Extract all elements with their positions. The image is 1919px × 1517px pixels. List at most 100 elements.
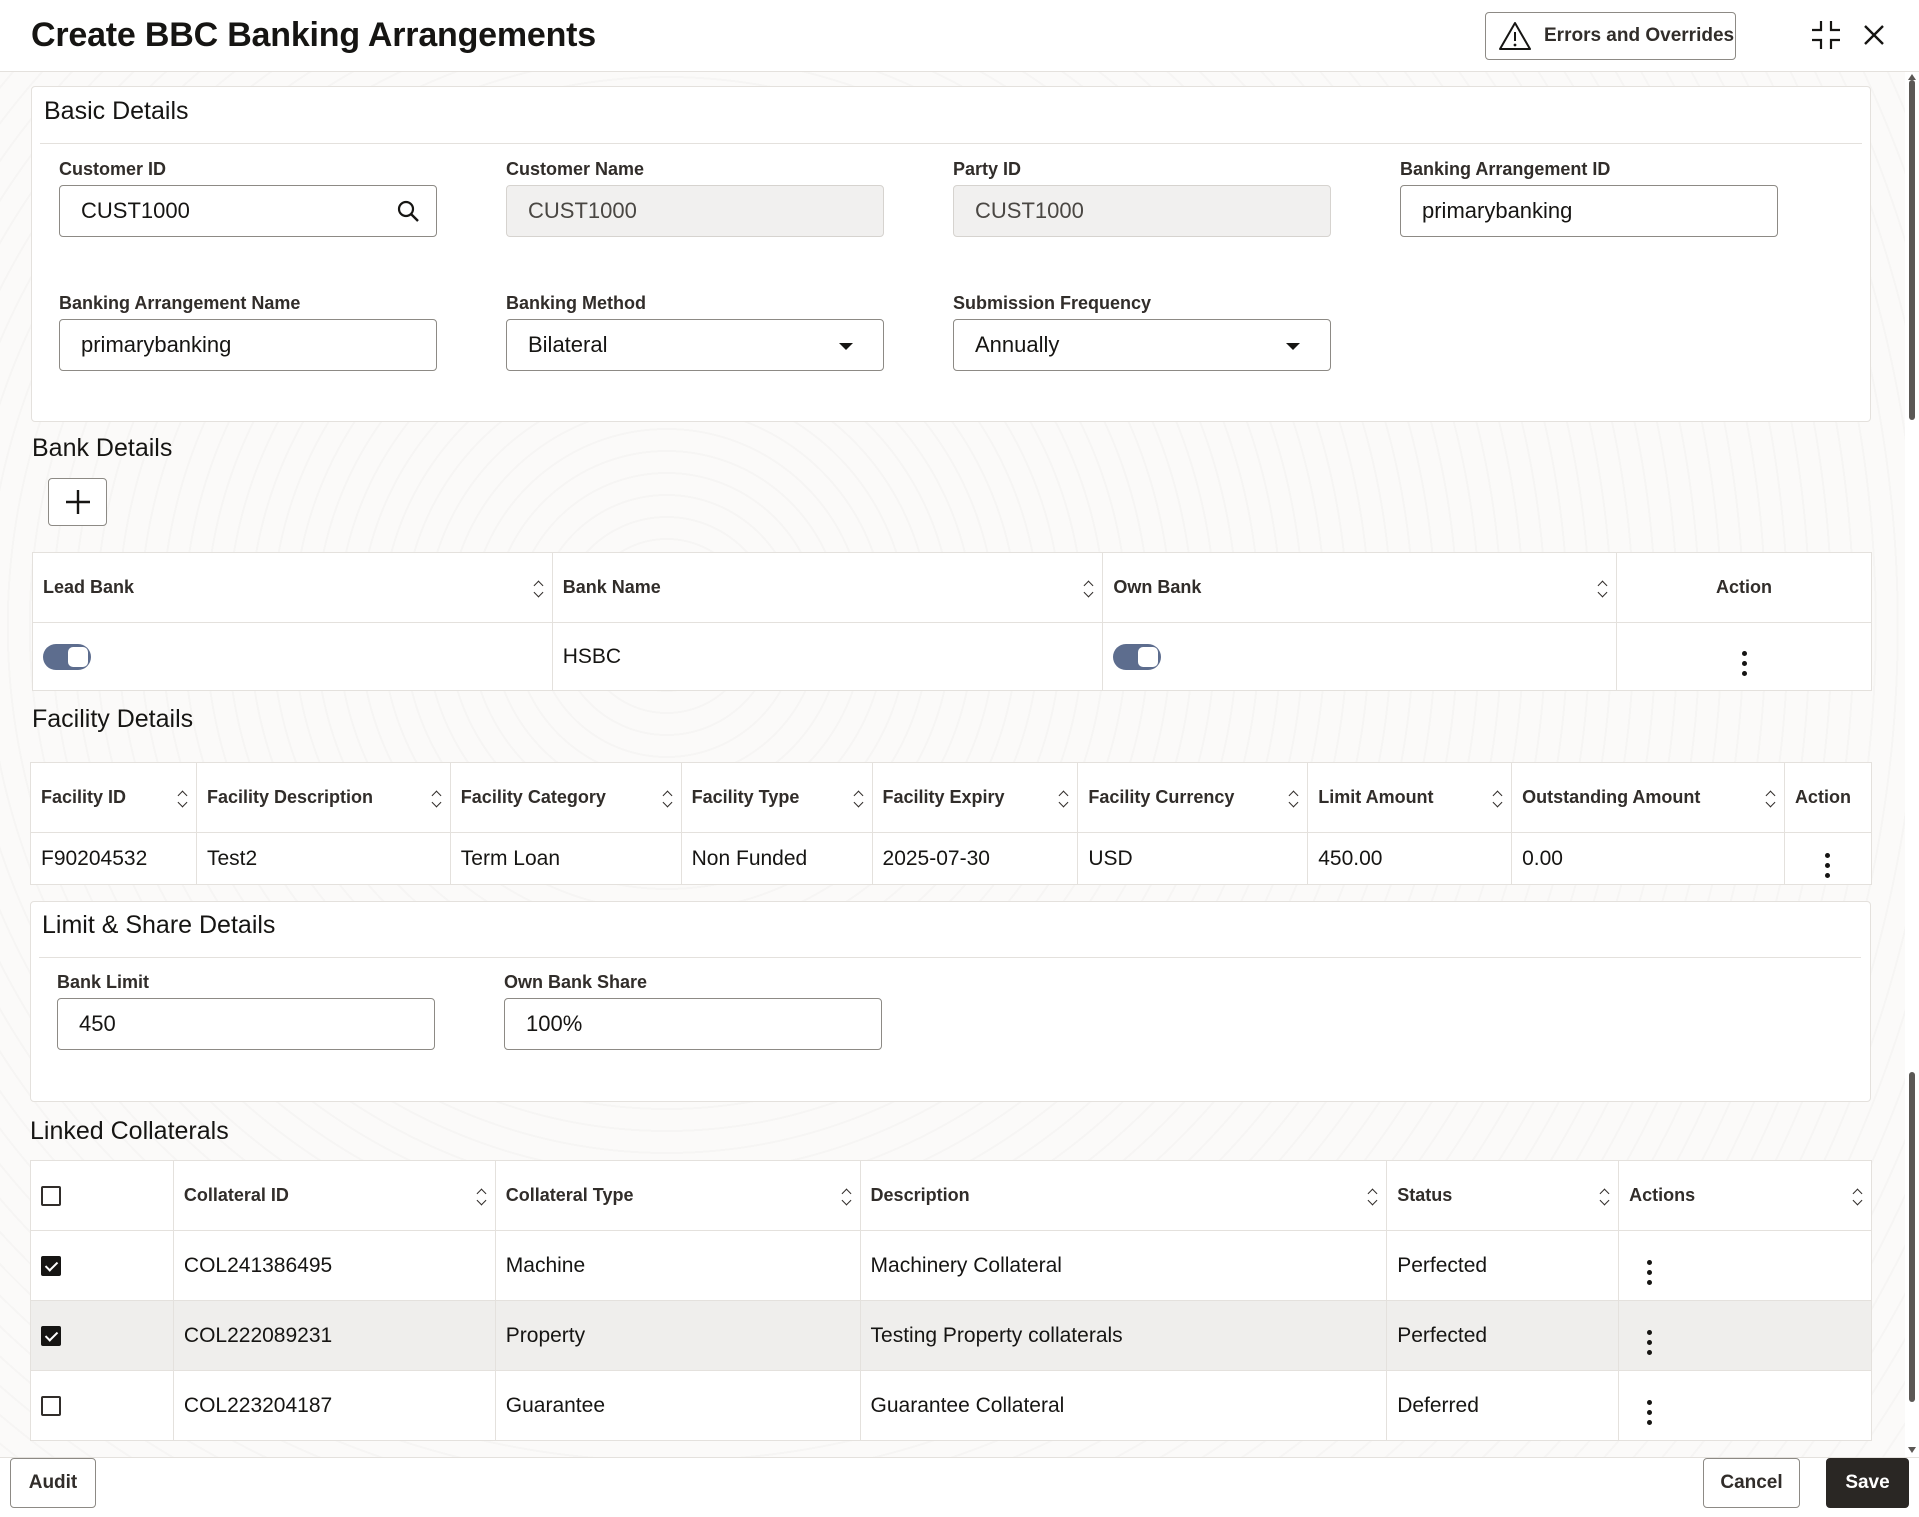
column-label: Actions <box>1629 1185 1696 1205</box>
sort-icon[interactable] <box>1852 1187 1863 1206</box>
select-cell <box>30 1300 174 1371</box>
banking-method-select[interactable]: Bilateral <box>506 319 884 371</box>
bank-limit-label: Bank Limit <box>57 972 150 992</box>
column-header-facility-category[interactable]: Facility Category <box>449 762 682 833</box>
facility-expiry-cell: 2025-07-30 <box>871 832 1079 885</box>
facility-currency-cell: USD <box>1077 832 1309 885</box>
linked-collaterals-table: Collateral ID Collateral Type Descriptio… <box>30 1160 1872 1441</box>
search-icon[interactable] <box>396 199 420 229</box>
bank-limit-value: 450 <box>79 1011 116 1036</box>
actions-cell <box>1618 1370 1872 1441</box>
divider <box>40 143 1862 144</box>
sort-icon[interactable] <box>853 789 863 808</box>
column-header-facility-description[interactable]: Facility Description <box>195 762 451 833</box>
table-header-row: Lead Bank Bank Name Own Bank Action <box>32 552 1872 623</box>
column-label: Facility Type <box>691 787 800 807</box>
column-label: Facility Description <box>206 787 373 807</box>
column-header-description[interactable]: Description <box>859 1160 1388 1231</box>
save-button[interactable]: Save <box>1826 1458 1909 1508</box>
scroll-down-arrow[interactable] <box>1908 1447 1916 1453</box>
sort-icon[interactable] <box>533 579 544 598</box>
table-header-row: Collateral ID Collateral Type Descriptio… <box>30 1160 1872 1231</box>
sort-icon[interactable] <box>1765 789 1776 808</box>
customer-name-value: CUST1000 <box>528 198 637 223</box>
column-header-collateral-type[interactable]: Collateral Type <box>494 1160 861 1231</box>
column-header-outstanding-amount[interactable]: Outstanding Amount <box>1511 762 1785 833</box>
sort-icon[interactable] <box>1367 1187 1378 1206</box>
column-header-facility-type[interactable]: Facility Type <box>680 762 873 833</box>
customer-id-input[interactable]: CUST1000 <box>59 185 437 237</box>
row-checkbox[interactable] <box>41 1255 61 1276</box>
more-actions-icon[interactable] <box>1647 1329 1653 1355</box>
cancel-button[interactable]: Cancel <box>1703 1458 1800 1508</box>
errors-and-overrides-button[interactable]: Errors and Overrides <box>1485 12 1736 60</box>
content-area[interactable]: Basic Details Customer ID CUST1000 Custo… <box>0 72 1905 1457</box>
action-cell <box>1616 622 1872 691</box>
sort-icon[interactable] <box>1599 1187 1610 1206</box>
limit-share-title: Limit & Share Details <box>42 911 276 939</box>
column-header-collateral-id[interactable]: Collateral ID <box>172 1160 496 1231</box>
column-header-limit-amount[interactable]: Limit Amount <box>1307 762 1513 833</box>
column-label: Facility Currency <box>1088 787 1235 807</box>
collateral-id-cell: COL241386495 <box>172 1230 496 1301</box>
chevron-down-icon <box>1286 343 1300 350</box>
bank-limit-input[interactable]: 450 <box>57 998 435 1050</box>
column-label: Facility ID <box>41 787 127 807</box>
chevron-down-icon <box>839 343 853 350</box>
lead-bank-toggle[interactable] <box>43 643 91 670</box>
row-checkbox[interactable] <box>41 1325 61 1346</box>
banking-arrangement-name-input[interactable]: primarybanking <box>59 319 437 371</box>
own-bank-share-input[interactable]: 100% <box>504 998 882 1050</box>
vertical-scrollbar[interactable] <box>1905 72 1919 1457</box>
select-all-cell <box>30 1160 174 1231</box>
column-header-lead-bank[interactable]: Lead Bank <box>32 552 553 623</box>
column-header-facility-id[interactable]: Facility ID <box>30 762 197 833</box>
banking-arrangement-name-label: Banking Arrangement Name <box>59 293 301 313</box>
plus-icon <box>65 490 90 514</box>
own-bank-toggle[interactable] <box>1113 643 1162 670</box>
sort-icon[interactable] <box>476 1187 487 1206</box>
collateral-id-cell: COL222089231 <box>172 1300 496 1371</box>
more-actions-icon[interactable] <box>1825 852 1831 878</box>
table-row: COL241386495 Machine Machinery Collatera… <box>30 1230 1872 1301</box>
page-header: Create BBC Banking Arrangements Errors a… <box>0 0 1919 72</box>
column-label: Facility Category <box>460 787 606 807</box>
submission-frequency-select[interactable]: Annually <box>953 319 1331 371</box>
column-label: Description <box>870 1185 970 1205</box>
sort-icon[interactable] <box>841 1187 851 1206</box>
action-cell <box>1783 832 1873 885</box>
sort-icon[interactable] <box>1492 789 1503 808</box>
select-all-checkbox[interactable] <box>41 1186 61 1207</box>
facility-type-cell: Non Funded <box>680 832 873 885</box>
column-header-facility-expiry[interactable]: Facility Expiry <box>871 762 1079 833</box>
column-header-actions[interactable]: Actions <box>1618 1160 1872 1231</box>
column-header-facility-currency[interactable]: Facility Currency <box>1077 762 1309 833</box>
banking-arrangement-id-input[interactable]: primarybanking <box>1400 185 1778 237</box>
actions-cell <box>1618 1300 1872 1371</box>
column-header-own-bank[interactable]: Own Bank <box>1102 552 1618 623</box>
column-label: Outstanding Amount <box>1522 787 1701 807</box>
minimize-icon[interactable] <box>1808 17 1844 53</box>
sort-icon[interactable] <box>177 789 188 808</box>
more-actions-icon[interactable] <box>1741 650 1747 676</box>
column-header-status[interactable]: Status <box>1386 1160 1620 1231</box>
add-bank-button[interactable] <box>48 478 107 526</box>
column-header-bank-name[interactable]: Bank Name <box>551 552 1104 623</box>
row-checkbox[interactable] <box>41 1395 61 1416</box>
more-actions-icon[interactable] <box>1647 1399 1653 1425</box>
close-icon[interactable] <box>1856 17 1892 53</box>
sort-icon[interactable] <box>1083 579 1094 598</box>
sort-icon[interactable] <box>1288 789 1299 808</box>
sort-icon[interactable] <box>662 789 673 808</box>
scrollbar-thumb[interactable] <box>1909 80 1915 420</box>
banking-arrangement-id-value: primarybanking <box>1422 198 1573 223</box>
column-header-action: Action <box>1783 762 1873 833</box>
sort-icon[interactable] <box>1058 789 1069 808</box>
more-actions-icon[interactable] <box>1647 1259 1653 1285</box>
audit-button[interactable]: Audit <box>10 1458 96 1508</box>
sort-icon[interactable] <box>1597 579 1608 598</box>
errors-button-label: Errors and Overrides <box>1544 25 1735 46</box>
scrollbar-thumb[interactable] <box>1909 1072 1915 1402</box>
sort-icon[interactable] <box>431 789 442 808</box>
facility-id-cell: F90204532 <box>30 832 197 885</box>
